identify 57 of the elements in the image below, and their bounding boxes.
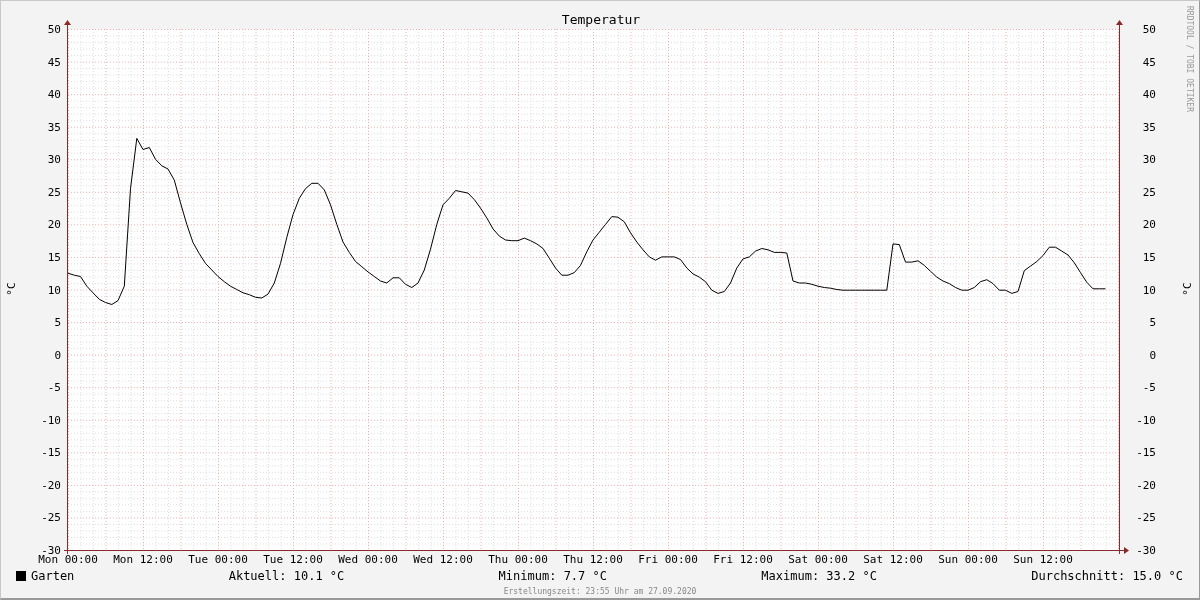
legend-stat: Maximum: 33.2 °C — [761, 569, 877, 583]
y-tick-label: 40 — [47, 88, 61, 102]
legend-swatch — [16, 571, 26, 581]
y-tick-label: 50 — [1142, 23, 1156, 36]
x-tick-label: Tue 12:00 — [263, 553, 323, 566]
y-tick-label: 35 — [47, 120, 61, 134]
y-tick-label: 0 — [1149, 348, 1156, 362]
chart-title: Temperatur — [561, 12, 641, 27]
x-tick-label: Thu 12:00 — [563, 553, 623, 566]
y-tick-label: 0 — [54, 348, 61, 362]
y-tick-label: -20 — [41, 478, 61, 492]
y-tick-label: -5 — [1142, 381, 1156, 395]
legend-stat: Aktuell: 10.1 °C — [228, 569, 345, 583]
x-tick-label: Sat 12:00 — [863, 553, 923, 566]
y-tick-label: 15 — [47, 250, 61, 264]
x-tick-label: Wed 00:00 — [338, 553, 398, 566]
y-tick-label: 20 — [47, 218, 61, 232]
x-tick-label: Thu 00:00 — [488, 553, 548, 566]
y-tick-label: 10 — [1142, 283, 1156, 297]
y-tick-label: -15 — [41, 446, 61, 460]
y-tick-label: -25 — [41, 511, 61, 525]
y-tick-label: -20 — [1136, 478, 1156, 492]
y-tick-label: 45 — [1142, 55, 1156, 69]
y-tick-label: 5 — [54, 316, 61, 330]
creation-time: Erstellungszeit: 23:55 Uhr am 27.09.2020 — [503, 587, 697, 596]
x-tick-label: Wed 12:00 — [413, 553, 473, 566]
x-tick-label: Fri 12:00 — [713, 553, 773, 566]
x-tick-label: Sat 00:00 — [788, 553, 848, 566]
y-tick-label: -30 — [1136, 544, 1156, 557]
tool-credit: RRDTOOL / TOBI OETIKER — [1185, 6, 1194, 112]
x-tick-label: Fri 00:00 — [638, 553, 698, 566]
y-tick-label: 40 — [1142, 88, 1156, 102]
y-tick-label: 25 — [1142, 185, 1156, 199]
y-axis-label: °C — [1181, 282, 1194, 296]
y-tick-label: -25 — [1136, 511, 1156, 525]
x-tick-label: Sun 12:00 — [1013, 553, 1073, 566]
y-tick-label: 25 — [47, 185, 61, 199]
x-tick-label: Sun 00:00 — [938, 553, 998, 566]
y-tick-label: 10 — [47, 283, 61, 297]
legend-stat: Durchschnitt: 15.0 °C — [1031, 569, 1183, 583]
x-tick-label: Tue 00:00 — [188, 553, 248, 566]
legend-label: Garten — [31, 569, 75, 583]
y-axis-label: °C — [5, 282, 18, 296]
y-tick-label: 45 — [47, 55, 61, 69]
y-tick-label: 5 — [1149, 316, 1156, 330]
y-tick-label: -10 — [1136, 413, 1156, 427]
y-tick-label: 20 — [1142, 218, 1156, 232]
legend-stat: Minimum: 7.7 °C — [498, 569, 607, 583]
x-tick-label: Mon 12:00 — [113, 553, 173, 566]
y-tick-label: 50 — [47, 23, 61, 36]
y-tick-label: 30 — [47, 153, 61, 167]
y-tick-label: 35 — [1142, 120, 1156, 134]
y-tick-label: -15 — [1136, 446, 1156, 460]
y-tick-label: -5 — [47, 381, 61, 395]
y-tick-label: 15 — [1142, 250, 1156, 264]
y-tick-label: -10 — [41, 413, 61, 427]
y-tick-label: 30 — [1142, 153, 1156, 167]
